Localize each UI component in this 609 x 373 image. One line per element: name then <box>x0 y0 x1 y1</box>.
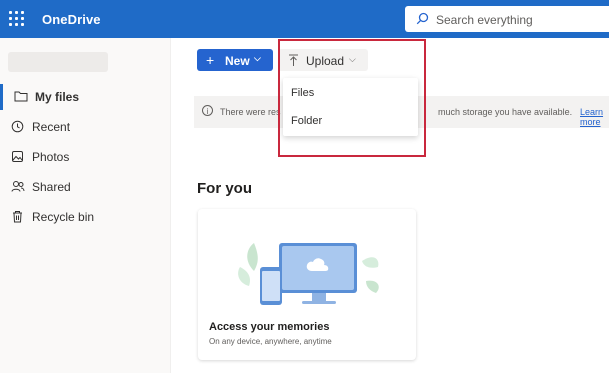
app-launcher-icon[interactable] <box>9 11 25 27</box>
photo-icon <box>12 151 23 162</box>
annotation-highlight-box <box>278 39 426 157</box>
notice-text-start: There were res <box>220 107 281 117</box>
nav-item-label: Photos <box>32 150 70 164</box>
new-button-label: New <box>225 54 250 68</box>
chevron-down-icon: ⌵ <box>254 53 261 63</box>
nav-item-photos[interactable]: Photos <box>0 144 170 170</box>
card-title: Access your memories <box>209 321 330 333</box>
nav-item-label: Recycle bin <box>32 210 95 224</box>
nav-item-label: Shared <box>32 180 71 194</box>
notice-text-end: much storage you have available. <box>438 107 573 117</box>
nav-item-my-files[interactable]: My files <box>0 84 170 110</box>
for-you-heading: For you <box>197 180 252 197</box>
search-box[interactable]: Search everything <box>405 6 609 32</box>
learn-more-link[interactable]: Learn more <box>580 107 609 127</box>
people-icon <box>11 181 25 192</box>
devices-illustration <box>238 243 379 305</box>
memories-card[interactable]: Access your memories On any device, anyw… <box>198 209 416 360</box>
card-subtitle: On any device, anywhere, anytime <box>209 337 332 346</box>
search-input[interactable]: Search everything <box>436 13 533 27</box>
nav-item-recycle-bin[interactable]: Recycle bin <box>0 204 170 230</box>
top-bar: OneDrive Search everything <box>0 0 609 38</box>
plus-icon: + <box>206 52 215 68</box>
info-icon: i <box>202 105 213 116</box>
new-button[interactable]: + New ⌵ <box>197 49 273 71</box>
nav-item-label: Recent <box>32 120 71 134</box>
nav-item-label: My files <box>35 90 80 104</box>
folder-icon <box>14 91 28 102</box>
nav-item-recent[interactable]: Recent <box>0 114 170 140</box>
account-placeholder <box>8 52 108 72</box>
app-title[interactable]: OneDrive <box>42 12 101 27</box>
search-icon <box>416 12 429 25</box>
left-navigation: My files Recent Photos Shared Recycle bi… <box>0 38 171 373</box>
trash-icon <box>13 211 22 223</box>
clock-icon <box>11 120 24 133</box>
nav-item-shared[interactable]: Shared <box>0 174 170 200</box>
